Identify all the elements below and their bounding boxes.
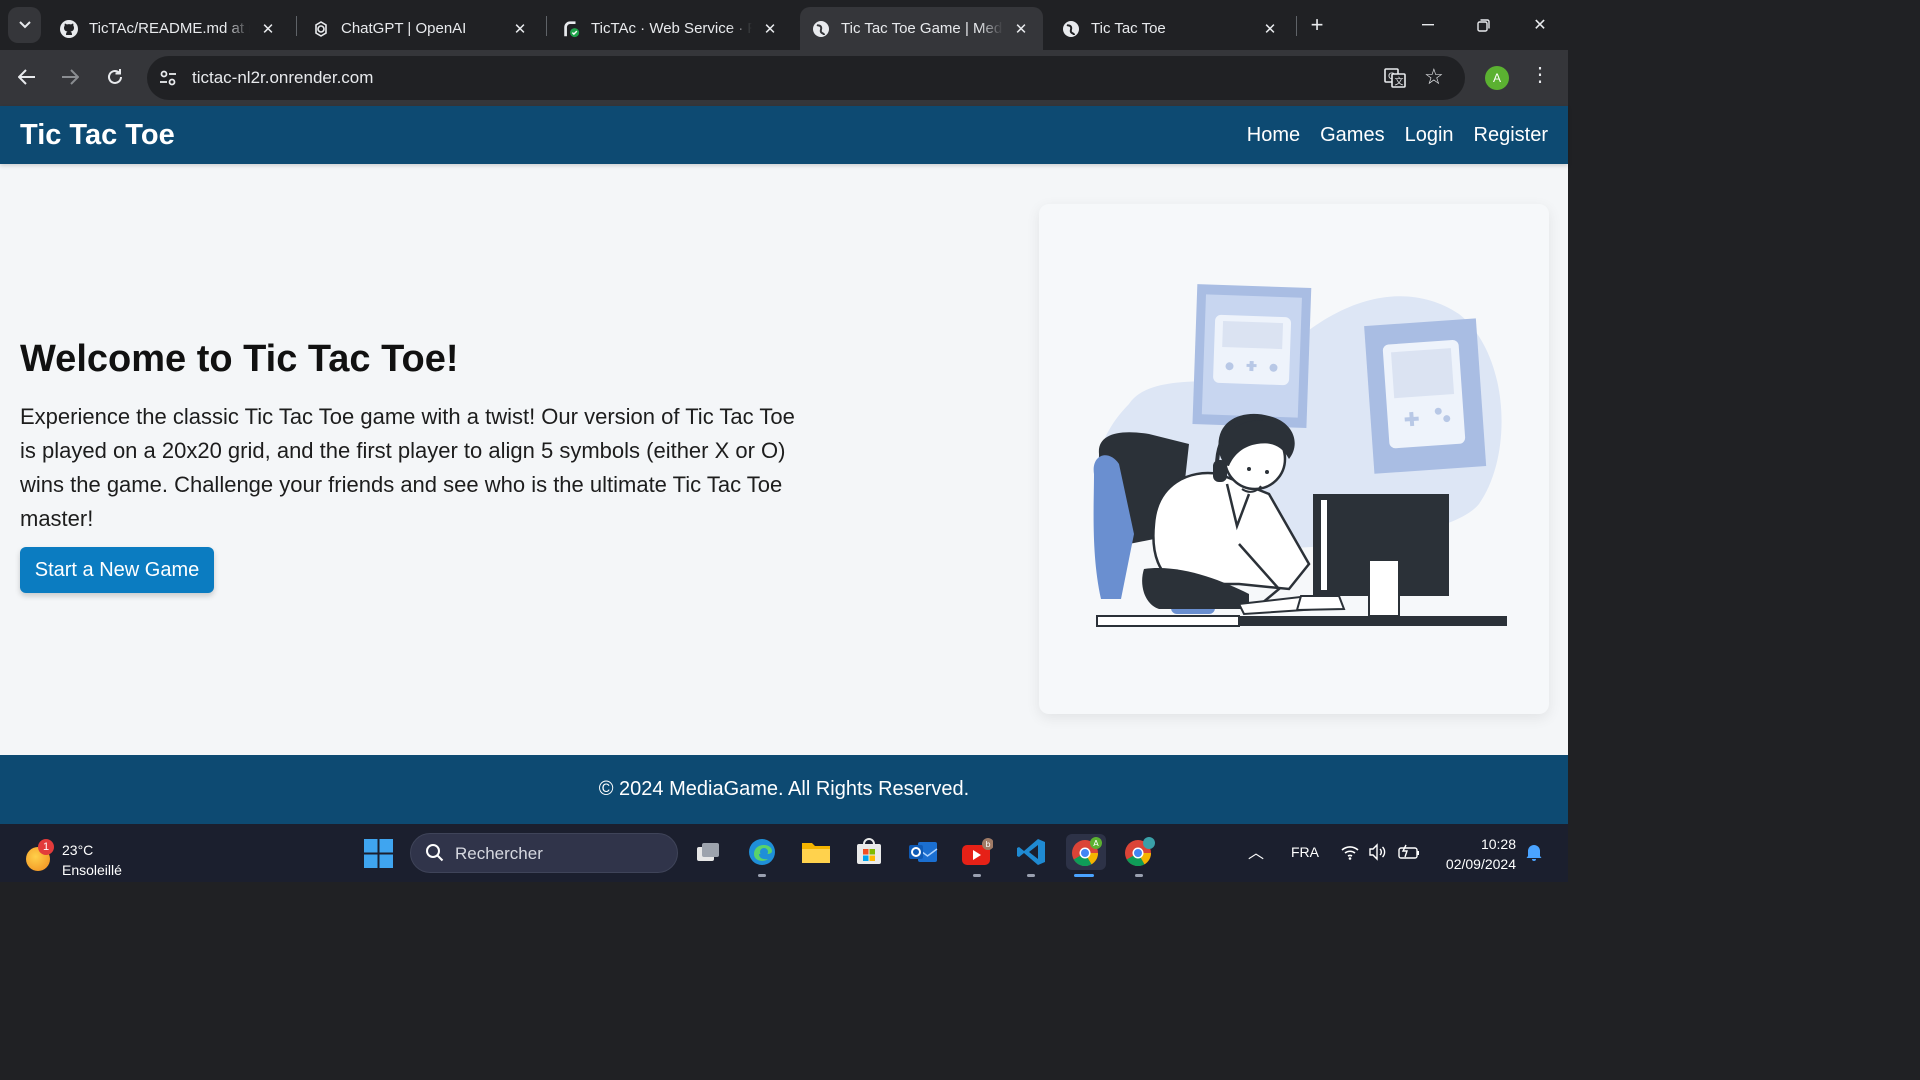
browser-tab-active[interactable]: Tic Tac Toe Game | MediaGame ✕ [800, 7, 1043, 50]
browser-tab[interactable]: Tic Tac Toe ✕ [1050, 7, 1292, 50]
address-bar[interactable]: tictac-nl2r.onrender.com G文 ☆ [147, 56, 1465, 100]
tab-divider [546, 16, 547, 36]
svg-text:文: 文 [1395, 76, 1404, 88]
back-arrow-icon [18, 69, 35, 85]
tab-title: TicTAc/README.md at main [89, 20, 250, 37]
site-brand[interactable]: Tic Tac Toe [20, 119, 175, 152]
close-icon[interactable]: ✕ [1011, 19, 1031, 39]
edge-icon[interactable] [746, 836, 778, 868]
forward-button[interactable] [55, 62, 85, 92]
gamer-illustration [1093, 284, 1507, 627]
hero-illustration-card [1039, 204, 1549, 714]
clock-time: 10:28 [1480, 836, 1516, 852]
minimize-button[interactable] [1408, 10, 1448, 40]
minimize-icon [1422, 24, 1434, 26]
notification-bell-icon[interactable] [1524, 842, 1544, 862]
site-nav: Home Games Login Register [1247, 124, 1548, 147]
browser-menu-icon[interactable]: ⋮ [1530, 65, 1550, 85]
tab-title: ChatGPT | OpenAI [341, 20, 467, 37]
close-icon[interactable]: ✕ [258, 19, 278, 39]
close-icon: ✕ [1533, 17, 1547, 34]
weather-temperature: 23°C [62, 842, 94, 858]
nav-home[interactable]: Home [1247, 124, 1300, 147]
tab-title: Tic Tac Toe Game | MediaGame [841, 20, 1003, 37]
running-indicator [973, 874, 981, 877]
nav-login[interactable]: Login [1405, 124, 1454, 147]
svg-text:b: b [986, 840, 991, 849]
new-tab-button[interactable]: + [1305, 12, 1329, 37]
browser-tab[interactable]: TicTAc/README.md at main ✕ [48, 7, 290, 50]
task-view-icon[interactable] [692, 836, 724, 868]
bookmark-star-icon[interactable]: ☆ [1424, 64, 1444, 90]
start-new-game-button[interactable]: Start a New Game [20, 547, 214, 593]
running-indicator [1027, 874, 1035, 877]
wifi-icon[interactable] [1340, 842, 1360, 862]
close-icon[interactable]: ✕ [760, 19, 780, 39]
render-icon [562, 20, 580, 38]
clock-date: 02/09/2024 [1445, 856, 1516, 872]
weather-condition: Ensoleillé [62, 862, 122, 878]
url-text[interactable]: tictac-nl2r.onrender.com [192, 68, 373, 88]
nav-games[interactable]: Games [1320, 124, 1384, 147]
footer-copyright: © 2024 MediaGame. All Rights Reserved. [598, 778, 970, 800]
tab-strip: TicTAc/README.md at main ✕ ChatGPT | Ope… [0, 0, 1568, 50]
github-icon [60, 19, 78, 38]
windows-start-icon[interactable] [364, 839, 393, 868]
back-button[interactable] [12, 62, 42, 92]
search-placeholder: Rechercher [455, 844, 543, 863]
site-info-icon[interactable] [157, 67, 179, 89]
reload-icon [108, 69, 122, 84]
tab-divider [1296, 16, 1297, 36]
taskbar: 1 23°C Ensoleillé Rechercher b A ︿ FRA 1… [0, 824, 1568, 882]
tab-search-button[interactable] [8, 7, 41, 43]
active-indicator [1074, 874, 1094, 877]
running-indicator [758, 874, 766, 877]
chrome-icon[interactable] [1123, 836, 1155, 868]
openai-icon [312, 20, 330, 38]
outlook-icon[interactable] [907, 836, 939, 868]
volume-icon[interactable] [1367, 842, 1387, 862]
chevron-up-icon[interactable]: ︿ [1248, 839, 1264, 863]
globe-icon [812, 20, 830, 38]
restore-button[interactable] [1463, 10, 1503, 40]
browser-tab[interactable]: ChatGPT | OpenAI ✕ [300, 7, 542, 50]
forward-arrow-icon [62, 69, 79, 85]
notification-badge: 1 [38, 839, 54, 855]
translate-icon[interactable]: G文 [1383, 66, 1407, 90]
tab-divider [296, 16, 297, 36]
close-window-button[interactable]: ✕ [1520, 10, 1560, 40]
web-page: Tic Tac Toe Home Games Login Register We… [0, 106, 1568, 824]
hero-description: Experience the classic Tic Tac Toe game … [20, 404, 795, 531]
site-header: Tic Tac Toe Home Games Login Register [0, 106, 1568, 164]
file-explorer-icon[interactable] [800, 836, 832, 868]
chevron-down-icon [18, 21, 31, 29]
chrome-icon[interactable]: A [1066, 834, 1106, 870]
svg-text:A: A [1093, 839, 1099, 848]
store-icon[interactable] [853, 836, 885, 868]
close-icon[interactable]: ✕ [510, 19, 530, 39]
vscode-icon[interactable] [1015, 836, 1047, 868]
close-icon[interactable]: ✕ [1260, 19, 1280, 39]
tab-title: TicTAc · Web Service · Render [591, 20, 752, 37]
browser-tab[interactable]: TicTAc · Web Service · Render ✕ [550, 7, 792, 50]
language-indicator[interactable]: FRA [1291, 844, 1319, 860]
running-indicator [1135, 874, 1143, 877]
nav-register[interactable]: Register [1474, 124, 1548, 147]
taskbar-search[interactable]: Rechercher [410, 833, 678, 873]
restore-icon [1476, 18, 1490, 32]
youtube-icon[interactable]: b [961, 836, 993, 868]
profile-avatar[interactable]: A [1485, 66, 1509, 90]
battery-icon[interactable] [1397, 842, 1421, 862]
system-clock[interactable]: 10:28 02/09/2024 [1432, 834, 1516, 874]
browser-toolbar: tictac-nl2r.onrender.com G文 ☆ A ⋮ [0, 50, 1568, 106]
reload-button[interactable] [100, 62, 130, 92]
site-footer: © 2024 MediaGame. All Rights Reserved. [0, 755, 1568, 824]
hero-title: Welcome to Tic Tac Toe! [20, 338, 459, 380]
tab-title: Tic Tac Toe [1091, 20, 1166, 37]
search-icon [426, 844, 444, 862]
globe-icon [1062, 20, 1080, 38]
